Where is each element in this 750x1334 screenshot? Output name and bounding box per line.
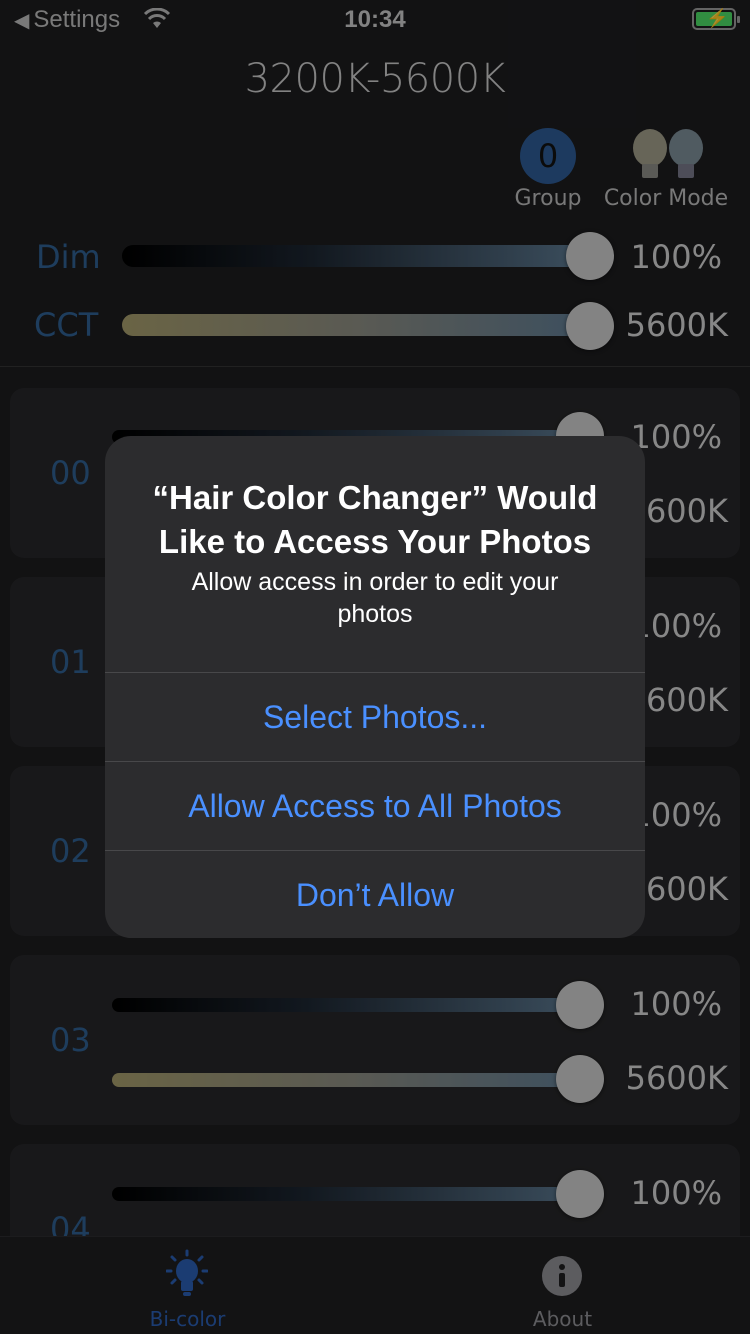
select-photos-button[interactable]: Select Photos... bbox=[105, 672, 645, 761]
alert-title: “Hair Color Changer” Would Like to Acces… bbox=[152, 479, 598, 560]
allow-all-photos-button[interactable]: Allow Access to All Photos bbox=[105, 761, 645, 850]
alert-message: Allow access in order to edit your photo… bbox=[191, 568, 559, 628]
photos-permission-alert: “Hair Color Changer” Would Like to Acces… bbox=[105, 436, 645, 938]
dont-allow-button[interactable]: Don’t Allow bbox=[105, 850, 645, 938]
